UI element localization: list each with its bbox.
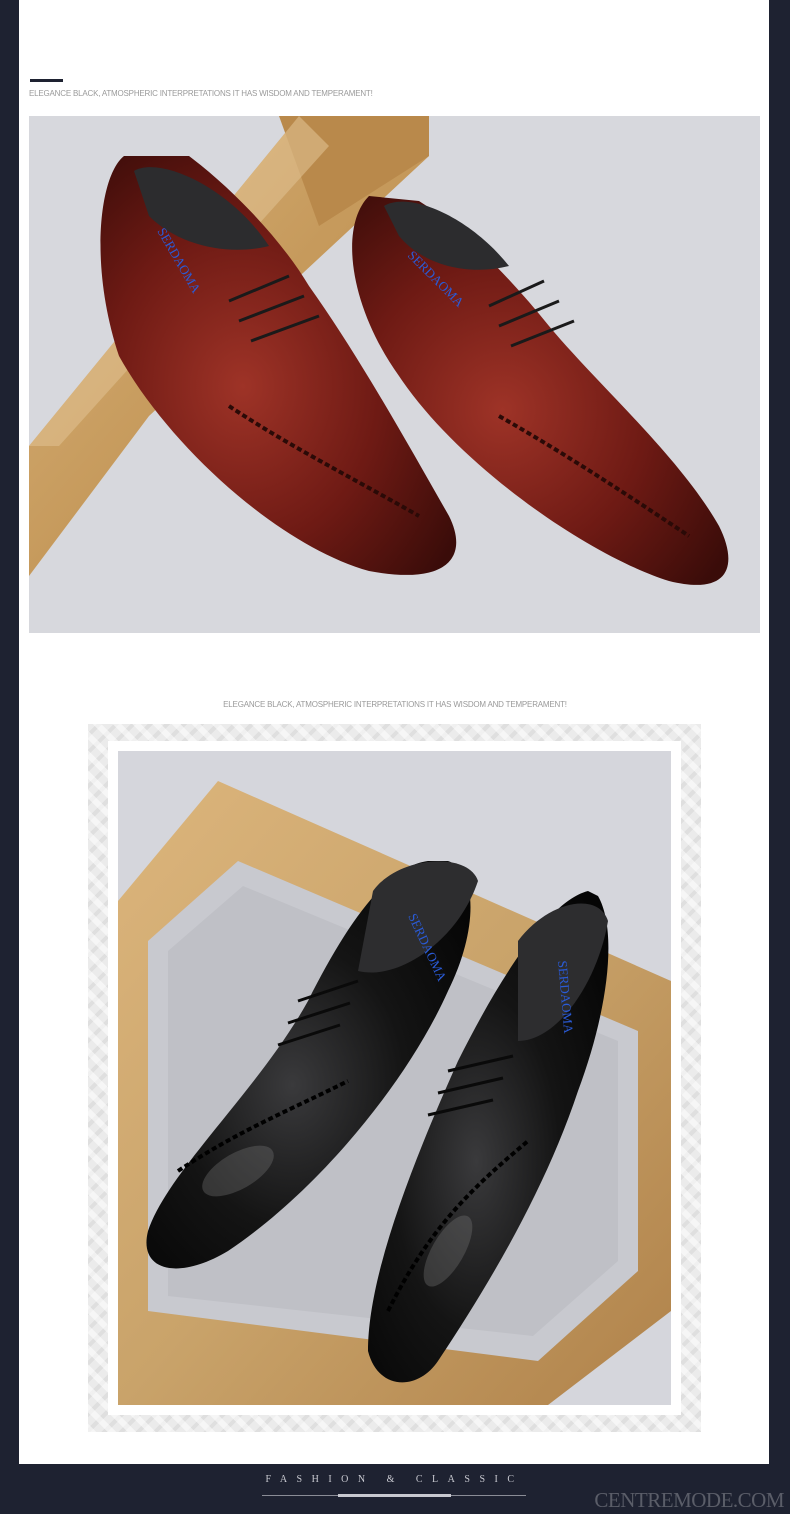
- decorative-photo-frame: SERDAOMA SERDAOMA: [88, 724, 701, 1432]
- product-photo-black: SERDAOMA SERDAOMA: [118, 751, 671, 1405]
- site-watermark: CENTREMODE.COM: [594, 1488, 784, 1512]
- footer-divider-accent: [338, 1494, 451, 1497]
- footer-title: FASHION & CLASSIC: [265, 1474, 524, 1485]
- section-caption-middle: ELEGANCE BLACK, ATMOSPHERIC INTERPRETATI…: [223, 700, 567, 709]
- section-caption-top: ELEGANCE BLACK, ATMOSPHERIC INTERPRETATI…: [29, 89, 373, 98]
- section-accent-bar: [30, 79, 63, 82]
- product-photo-burgundy: SERDAOMA SERDAOMA: [29, 116, 760, 633]
